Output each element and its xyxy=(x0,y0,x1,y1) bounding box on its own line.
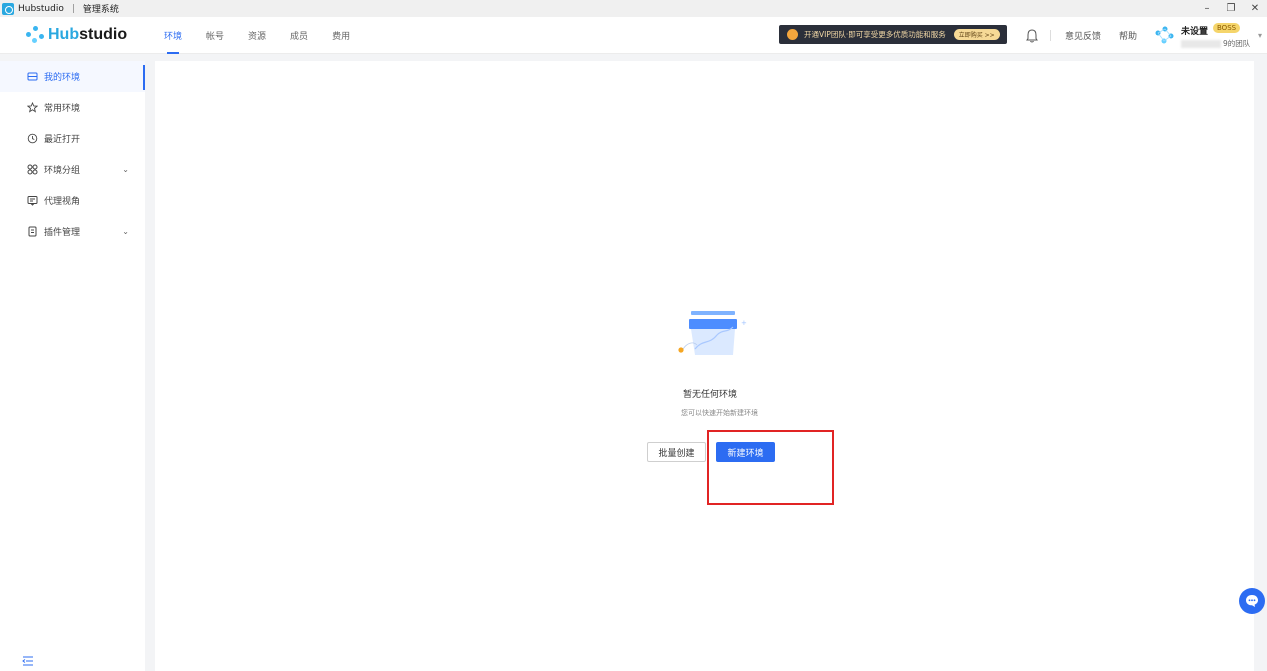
right-gutter xyxy=(1254,54,1267,671)
sidebar-item-label: 环境分组 xyxy=(44,166,81,176)
sidebar-item-groups[interactable]: 环境分组 ⌄ xyxy=(0,154,145,185)
svg-text:+: + xyxy=(741,319,747,327)
vip-promo-banner[interactable]: 开通VIP团队·即可享受更多优质功能和服务 立即购买 >> xyxy=(779,25,1007,44)
hub-logo-icon xyxy=(26,26,46,44)
tab-environment[interactable]: 环境 xyxy=(164,17,182,54)
main-content xyxy=(155,61,1254,671)
sidebar-item-my-environments[interactable]: 我的环境 xyxy=(0,61,145,92)
help-link[interactable]: 帮助 xyxy=(1119,29,1137,42)
vip-coin-icon xyxy=(787,29,798,40)
sidebar: 我的环境 常用环境 最近打开 环境分组 ⌄ 代理视角 插件管理 ⌄ xyxy=(0,61,145,671)
window-titlebar: Hubstudio | 管理系统 – ❐ ✕ xyxy=(0,0,1267,17)
empty-box-illustration: + xyxy=(671,305,761,365)
top-navbar: Hubstudio 环境 帐号 资源 成员 费用 开通VIP团队·即可享受更多优… xyxy=(0,17,1267,54)
highlight-annotation-box xyxy=(707,430,834,505)
role-badge: BOSS xyxy=(1213,23,1241,33)
proxy-view-icon xyxy=(27,195,38,206)
divider xyxy=(1050,30,1051,41)
restore-button[interactable]: ❐ xyxy=(1219,3,1243,14)
bell-icon[interactable] xyxy=(1026,28,1038,43)
empty-state-title: 暂无任何环境 xyxy=(683,390,738,400)
window-controls: – ❐ ✕ xyxy=(1195,0,1267,17)
star-icon xyxy=(27,102,38,113)
title-separator: | xyxy=(71,3,75,14)
clock-icon xyxy=(27,133,38,144)
group-icon xyxy=(27,164,38,175)
tab-billing[interactable]: 费用 xyxy=(332,17,350,54)
chevron-down-icon[interactable]: ▾ xyxy=(1258,31,1262,40)
vip-banner-text: 开通VIP团队·即可享受更多优质功能和服务 xyxy=(804,30,946,39)
tab-members[interactable]: 成员 xyxy=(290,17,308,54)
vip-buy-button[interactable]: 立即购买 >> xyxy=(953,29,1000,40)
chat-bubble-icon xyxy=(1246,595,1258,607)
collapse-menu-icon[interactable] xyxy=(22,652,34,666)
avatar[interactable] xyxy=(1154,25,1176,47)
sidebar-item-label: 代理视角 xyxy=(44,197,81,207)
box-icon xyxy=(27,71,38,82)
minimize-button[interactable]: – xyxy=(1195,3,1219,14)
feedback-link[interactable]: 意见反馈 xyxy=(1065,29,1101,42)
logo[interactable]: Hubstudio xyxy=(26,26,127,44)
window-title: Hubstudio xyxy=(18,3,64,14)
sidebar-item-plugins[interactable]: 插件管理 ⌄ xyxy=(0,216,145,247)
sidebar-item-label: 最近打开 xyxy=(44,135,81,145)
sidebar-item-favorites[interactable]: 常用环境 xyxy=(0,92,145,123)
user-name: 未设置 xyxy=(1181,27,1209,37)
plugin-icon xyxy=(27,226,38,237)
tab-accounts[interactable]: 帐号 xyxy=(206,17,224,54)
sidebar-item-label: 我的环境 xyxy=(44,73,81,83)
app-icon xyxy=(2,2,14,15)
team-name: 9的团队 xyxy=(1181,38,1250,49)
sidebar-item-proxy-view[interactable]: 代理视角 xyxy=(0,185,145,216)
sidebar-item-recent[interactable]: 最近打开 xyxy=(0,123,145,154)
chevron-down-icon[interactable]: ⌄ xyxy=(122,165,129,174)
sidebar-item-label: 常用环境 xyxy=(44,104,81,114)
sidebar-item-label: 插件管理 xyxy=(44,228,81,238)
close-button[interactable]: ✕ xyxy=(1243,3,1267,14)
chat-support-button[interactable] xyxy=(1239,588,1265,614)
empty-state-subtitle: 您可以快速开始新建环境 xyxy=(681,409,758,417)
tab-resources[interactable]: 资源 xyxy=(248,17,266,54)
batch-create-button[interactable]: 批量创建 xyxy=(647,442,706,462)
logo-text: Hubstudio xyxy=(48,26,128,43)
chevron-down-icon[interactable]: ⌄ xyxy=(122,227,129,236)
main-tabs: 环境 帐号 资源 成员 费用 xyxy=(164,17,374,54)
window-subtitle: 管理系统 xyxy=(82,5,119,15)
